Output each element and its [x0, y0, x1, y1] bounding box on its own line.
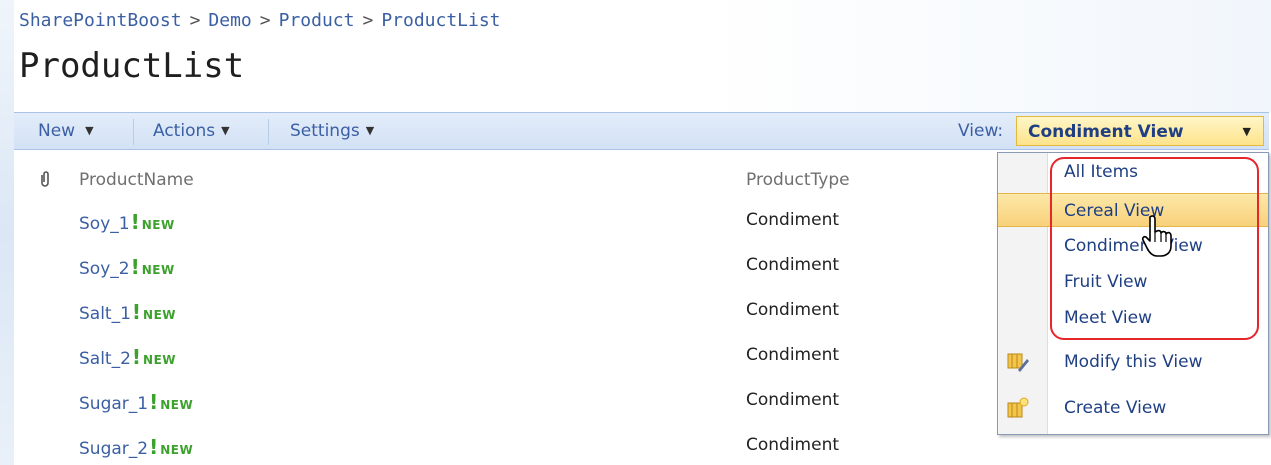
- settings-button-label: Settings: [290, 121, 360, 141]
- row-product-type: Condiment: [746, 255, 840, 275]
- chevron-down-icon: ▼: [365, 124, 375, 137]
- breadcrumb-separator: >: [362, 10, 374, 31]
- breadcrumb: SharePointBoost > Demo > Product > ProductList: [19, 10, 501, 31]
- new-exclamation-icon: !: [131, 345, 142, 369]
- chevron-down-icon[interactable]: ▼: [1243, 125, 1251, 138]
- view-selected-value: Condiment View: [1028, 122, 1184, 142]
- menu-item-create-view[interactable]: Create View: [998, 390, 1268, 424]
- menu-item-fruit-view[interactable]: Fruit View: [998, 266, 1268, 300]
- menu-item-all-items[interactable]: All Items: [998, 155, 1268, 189]
- column-header-producttype[interactable]: ProductType: [746, 170, 850, 190]
- new-menu-button[interactable]: New ▼: [38, 121, 94, 141]
- menu-item-meet-view[interactable]: Meet View: [998, 302, 1268, 336]
- new-badge: NEW: [160, 398, 194, 412]
- create-view-icon: [1006, 396, 1029, 418]
- menu-item-label: Modify this View: [1064, 352, 1203, 372]
- menu-item-condiment-view[interactable]: Condiment View: [998, 229, 1268, 263]
- row-product-type: Condiment: [746, 435, 840, 455]
- menu-item-cereal-view[interactable]: Cereal View: [998, 193, 1268, 227]
- menu-item-label: Create View: [1064, 398, 1167, 418]
- column-header-productname[interactable]: ProductName: [79, 170, 194, 190]
- list-toolbar: New ▼ Actions ▼ Settings ▼ View: Condiment …: [14, 112, 1269, 150]
- menu-item-label: Condiment View: [1064, 236, 1203, 256]
- row-product-name-link[interactable]: Soy_1! NEW: [79, 210, 175, 234]
- new-badge: NEW: [141, 218, 175, 232]
- row-product-name-link[interactable]: Sugar_1! NEW: [79, 390, 193, 414]
- row-product-name-link[interactable]: Sugar_2! NEW: [79, 435, 193, 459]
- product-name-text: Salt_2: [79, 349, 131, 369]
- menu-item-label: Fruit View: [1064, 272, 1148, 292]
- breadcrumb-item-productlist[interactable]: ProductList: [381, 10, 500, 31]
- row-product-type: Condiment: [746, 345, 840, 365]
- actions-button-label: Actions: [153, 121, 216, 141]
- modify-view-icon: [1006, 350, 1029, 372]
- row-product-name-link[interactable]: Salt_1! NEW: [79, 300, 176, 324]
- new-badge: NEW: [143, 353, 177, 367]
- row-product-type: Condiment: [746, 210, 840, 230]
- view-selector[interactable]: Condiment View ▼: [1016, 116, 1264, 146]
- new-badge: NEW: [160, 443, 194, 457]
- page-title: ProductList: [19, 46, 245, 86]
- row-product-name-link[interactable]: Soy_2! NEW: [79, 255, 175, 279]
- product-name-text: Soy_2: [79, 259, 130, 279]
- row-product-type: Condiment: [746, 300, 840, 320]
- new-badge: NEW: [141, 263, 175, 277]
- breadcrumb-item-sharepointboost[interactable]: SharePointBoost: [19, 10, 182, 31]
- breadcrumb-separator: >: [259, 10, 271, 31]
- product-name-text: Salt_1: [79, 304, 131, 324]
- product-name-text: Soy_1: [79, 214, 130, 234]
- new-badge: NEW: [143, 308, 177, 322]
- breadcrumb-item-demo[interactable]: Demo: [208, 10, 251, 31]
- actions-menu-button[interactable]: Actions ▼: [153, 121, 230, 141]
- menu-item-label: Meet View: [1064, 308, 1152, 328]
- hand-cursor-icon: [1140, 214, 1180, 260]
- view-dropdown-menu: All Items Cereal View Condiment View Fru…: [997, 152, 1269, 435]
- new-exclamation-icon: !: [149, 390, 159, 414]
- new-button-label: New: [38, 121, 76, 141]
- new-exclamation-icon: !: [130, 255, 140, 279]
- view-label: View:: [958, 121, 1004, 141]
- menu-item-label: All Items: [1064, 162, 1139, 182]
- chevron-down-icon: ▼: [85, 124, 94, 137]
- breadcrumb-separator: >: [189, 10, 201, 31]
- paperclip-icon[interactable]: [38, 170, 52, 192]
- row-product-type: Condiment: [746, 390, 840, 410]
- breadcrumb-item-product[interactable]: Product: [279, 10, 355, 31]
- left-navigation-strip: [0, 0, 14, 465]
- new-exclamation-icon: !: [130, 210, 140, 234]
- toolbar-divider: [133, 119, 134, 145]
- product-name-text: Sugar_2: [79, 439, 149, 459]
- settings-menu-button[interactable]: Settings ▼: [290, 121, 374, 141]
- row-product-name-link[interactable]: Salt_2! NEW: [79, 345, 176, 369]
- new-exclamation-icon: !: [149, 435, 159, 459]
- toolbar-divider: [268, 119, 269, 145]
- new-exclamation-icon: !: [131, 300, 142, 324]
- product-name-text: Sugar_1: [79, 394, 149, 414]
- menu-item-modify-this-view[interactable]: Modify this View: [998, 344, 1268, 378]
- chevron-down-icon: ▼: [221, 124, 230, 137]
